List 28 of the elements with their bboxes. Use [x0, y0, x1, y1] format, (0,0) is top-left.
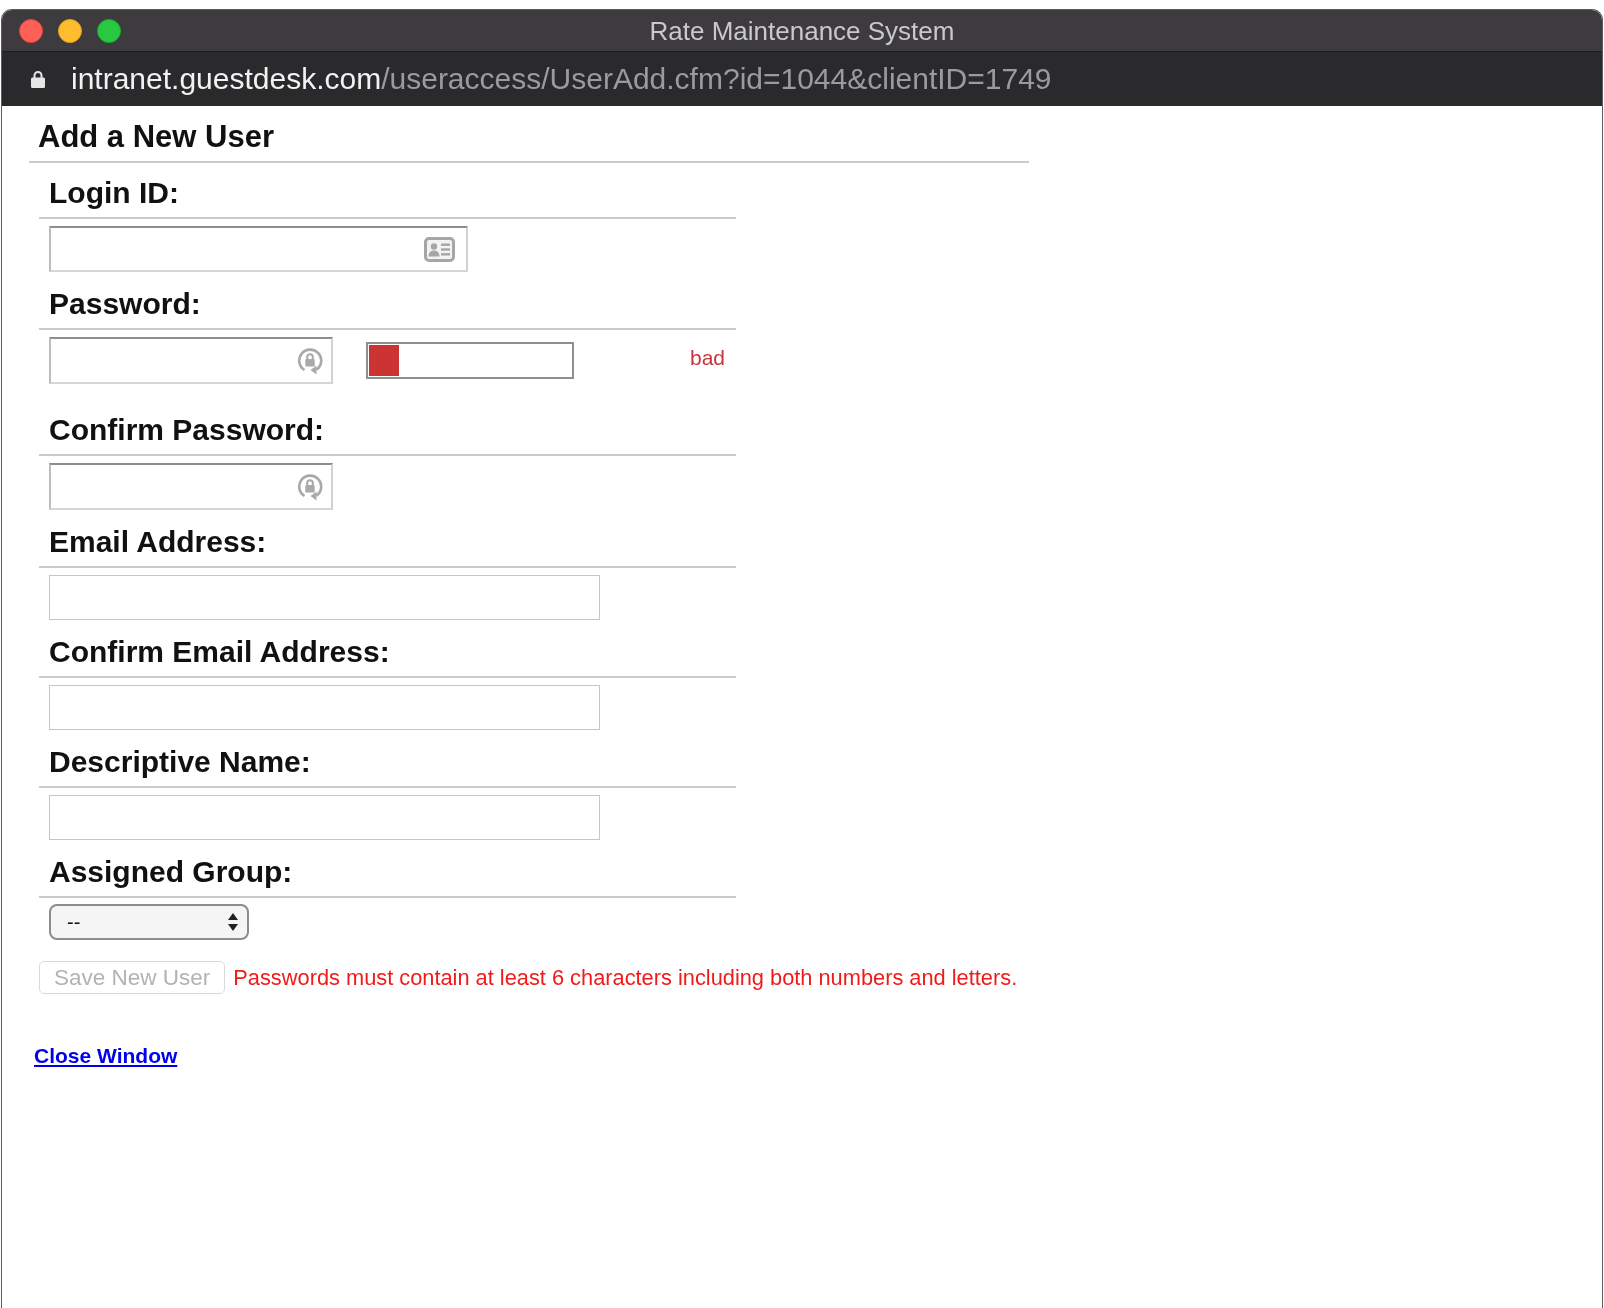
field-label: Login ID:	[49, 176, 179, 210]
close-window-link[interactable]: Close Window	[34, 1043, 178, 1068]
error-message: Passwords must contain at least 6 characters including both numbers and letters.	[233, 964, 1018, 991]
input-field[interactable]	[49, 226, 468, 272]
field-label: Password:	[49, 287, 201, 321]
up-down-arrows-icon	[228, 913, 238, 931]
password-field[interactable]	[49, 337, 333, 384]
url-text[interactable]: intranet.guestdesk.com/useraccess/UserAdd.cfm?id=1044&clientID=1749	[71, 62, 1052, 96]
page-heading: Add a New User	[38, 120, 274, 154]
field-label: Descriptive Name:	[49, 745, 311, 779]
password-field[interactable]	[49, 463, 333, 510]
input-field[interactable]	[49, 685, 600, 730]
field-label: Confirm Email Address:	[49, 635, 390, 669]
window-title: Rate Maintenance System	[649, 15, 955, 46]
zoom-button[interactable]	[97, 18, 121, 43]
minimize-button[interactable]	[58, 18, 82, 43]
dropdown[interactable]: --	[49, 904, 249, 940]
close-button[interactable]	[19, 18, 43, 43]
input-field[interactable]	[49, 795, 600, 840]
strength-label: bad	[689, 345, 725, 370]
lock-icon	[31, 70, 45, 88]
lock-cycle-icon	[297, 345, 323, 376]
field-label: Confirm Password:	[49, 413, 325, 447]
lock-cycle-icon	[297, 471, 323, 502]
field-label: Assigned Group:	[49, 855, 293, 889]
input-field[interactable]	[49, 575, 600, 620]
id-card-icon	[424, 236, 455, 262]
field-label: Email Address:	[49, 525, 267, 559]
